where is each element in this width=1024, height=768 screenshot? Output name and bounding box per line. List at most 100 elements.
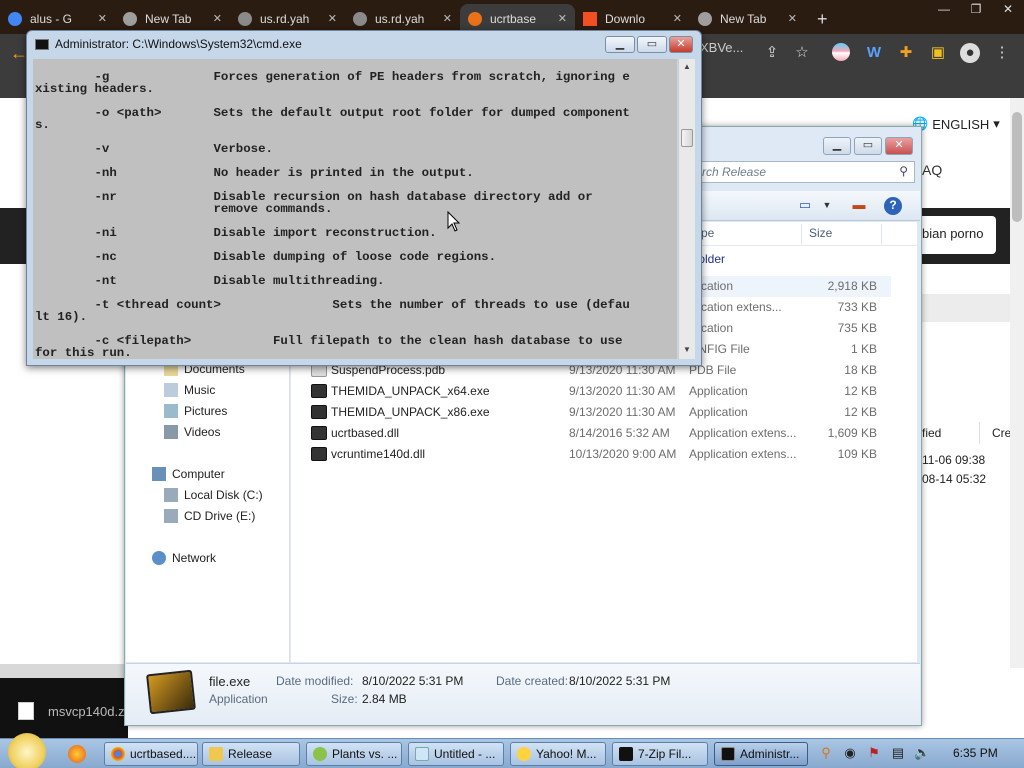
nav-item-videos[interactable]: Videos (164, 422, 220, 442)
tab-close-icon[interactable]: ✕ (213, 12, 222, 25)
console-line: -nc Disable dumping of loose code region… (35, 250, 497, 264)
dll-file-icon (311, 426, 327, 440)
console-line: for this run. (35, 346, 132, 359)
tab-close-icon[interactable]: ✕ (558, 12, 567, 25)
horizontal-scrollbar[interactable] (0, 664, 130, 678)
file-date: 8/14/2016 5:32 AM (569, 426, 670, 440)
column-divider[interactable] (881, 224, 882, 244)
maximize-button[interactable]: ▭ (854, 137, 882, 155)
faq-link[interactable]: AQ (922, 162, 942, 178)
column-header-type[interactable]: pe (701, 226, 714, 240)
search-input[interactable]: rch Release ⚲ (695, 161, 915, 183)
cmd-title-bar[interactable]: Administrator: C:\Windows\System32\cmd.e… (27, 31, 701, 57)
close-button[interactable]: ✕ (669, 36, 693, 53)
address-bar-fragment[interactable]: XBVe... (700, 40, 743, 55)
restore-button[interactable]: ❐ (960, 0, 992, 22)
ubuntu-icon (468, 12, 482, 26)
globe-icon (238, 12, 252, 26)
volume-icon[interactable]: 🔈 (914, 745, 930, 761)
tab-close-icon[interactable]: ✕ (443, 12, 452, 25)
dll-file-icon (311, 447, 327, 461)
taskbar-item[interactable]: 7-Zip Fil... (612, 742, 708, 766)
close-button[interactable]: ✕ (885, 137, 913, 155)
share-icon[interactable]: ⇪ (762, 43, 782, 63)
view-options-icon[interactable]: ▭ (796, 197, 814, 213)
folder-icon (209, 747, 223, 761)
tab-close-icon[interactable]: ✕ (98, 12, 107, 25)
firefox-icon[interactable] (68, 745, 86, 763)
scrollbar-thumb[interactable] (1012, 112, 1022, 222)
help-icon[interactable]: ? (884, 197, 902, 215)
clock[interactable]: 6:35 PM (953, 746, 998, 760)
search-icon[interactable]: ⚲ (818, 745, 834, 761)
security-alert-icon[interactable]: ⚑ (866, 745, 882, 761)
file-row[interactable]: ucrtbased.dll 8/14/2016 5:32 AM Applicat… (301, 423, 891, 444)
column-divider[interactable] (801, 224, 802, 244)
cmd-window: Administrator: C:\Windows\System32\cmd.e… (26, 30, 702, 366)
cmd-icon[interactable] (35, 39, 49, 50)
scroll-down-arrow-icon[interactable]: ▼ (683, 345, 691, 354)
tab-close-icon[interactable]: ✕ (788, 12, 797, 25)
nav-item-cd-drive[interactable]: CD Drive (E:) (164, 506, 255, 526)
console-output[interactable]: -g Forces generation of PE headers from … (33, 59, 677, 359)
minimize-button[interactable]: ▁ (605, 36, 635, 53)
extension-flag-icon[interactable] (832, 43, 850, 61)
extension-w-icon[interactable]: W (864, 43, 884, 63)
menu-kebab-icon[interactable]: ⋮ (992, 43, 1012, 63)
nav-item-computer[interactable]: Computer (152, 464, 225, 484)
taskbar-item[interactable]: ucrtbased.... (104, 742, 198, 766)
nav-label: CD Drive (E:) (184, 509, 256, 523)
browser-window-controls: — ❐ ✕ (928, 0, 1024, 22)
console-line: -nt Disable multithreading. (35, 274, 385, 288)
network-tray-icon[interactable]: ▤ (890, 745, 906, 761)
language-switcher[interactable]: 🌐 ENGLISH ▾ (912, 116, 1000, 132)
tab-close-icon[interactable]: ✕ (673, 12, 682, 25)
tab-close-icon[interactable]: ✕ (328, 12, 337, 25)
nav-label: Music (184, 383, 216, 397)
download-item[interactable]: msvcp140d.z (48, 704, 125, 719)
date-created-value: 8/10/2022 5:31 PM (569, 674, 671, 688)
preview-pane-icon[interactable]: ▬ (850, 197, 868, 213)
start-button[interactable] (8, 733, 46, 768)
browser-tab[interactable]: New Tab ✕ (690, 4, 805, 34)
search-suggestion[interactable]: bian porno (910, 216, 996, 254)
cmd-scrollbar[interactable]: ▲ ▼ (678, 59, 695, 359)
file-row[interactable]: THEMIDA_UNPACK_x64.exe 9/13/2020 11:30 A… (301, 381, 891, 402)
file-table-fragment: fied Create 11-06 09:38 08-14 05:32 (916, 422, 1024, 512)
nav-item-pictures[interactable]: Pictures (164, 401, 227, 421)
tab-label: New Tab (720, 12, 767, 26)
column-header-size[interactable]: Size (809, 226, 832, 240)
nav-item-network[interactable]: Network (152, 548, 216, 568)
microsoft-icon (583, 12, 597, 26)
taskbar-item[interactable]: Plants vs. ... (306, 742, 402, 766)
sidepanel-icon[interactable]: ▣ (928, 43, 948, 63)
file-row[interactable]: THEMIDA_UNPACK_x86.exe 9/13/2020 11:30 A… (301, 402, 891, 423)
task-label: 7-Zip Fil... (638, 747, 692, 761)
taskbar-item[interactable]: Untitled - ... (408, 742, 504, 766)
profile-avatar-icon[interactable]: ● (960, 43, 980, 63)
maximize-button[interactable]: ▭ (637, 36, 667, 53)
nav-item-music[interactable]: Music (164, 380, 215, 400)
minimize-button[interactable]: ▁ (823, 137, 851, 155)
column-header-modified[interactable]: fied (916, 422, 980, 444)
page-scrollbar[interactable] (1010, 98, 1024, 668)
file-row[interactable]: vcruntime140d.dll 10/13/2020 9:00 AM App… (301, 444, 891, 465)
file-type: Application extens... (689, 447, 797, 461)
chevron-down-icon[interactable]: ▼ (818, 197, 836, 213)
extensions-puzzle-icon[interactable]: ✚ (896, 43, 916, 63)
new-tab-button[interactable]: + (805, 4, 840, 34)
scroll-up-arrow-icon[interactable]: ▲ (683, 62, 691, 71)
minimize-button[interactable]: — (928, 0, 960, 22)
nav-item-local-disk[interactable]: Local Disk (C:) (164, 485, 263, 505)
scrollbar-thumb[interactable] (681, 129, 693, 147)
taskbar-item[interactable]: Release (202, 742, 300, 766)
google-icon (8, 12, 22, 26)
tray-app-icon[interactable]: ◉ (842, 745, 858, 761)
chrome-icon (111, 747, 125, 761)
file-date: 9/13/2020 11:30 AM (569, 405, 676, 419)
star-icon[interactable]: ☆ (792, 43, 812, 63)
close-button[interactable]: ✕ (992, 0, 1024, 22)
search-icon[interactable]: ⚲ (899, 164, 908, 178)
taskbar-item-active[interactable]: Administr... (714, 742, 808, 766)
taskbar-item[interactable]: Yahoo! M... (510, 742, 606, 766)
